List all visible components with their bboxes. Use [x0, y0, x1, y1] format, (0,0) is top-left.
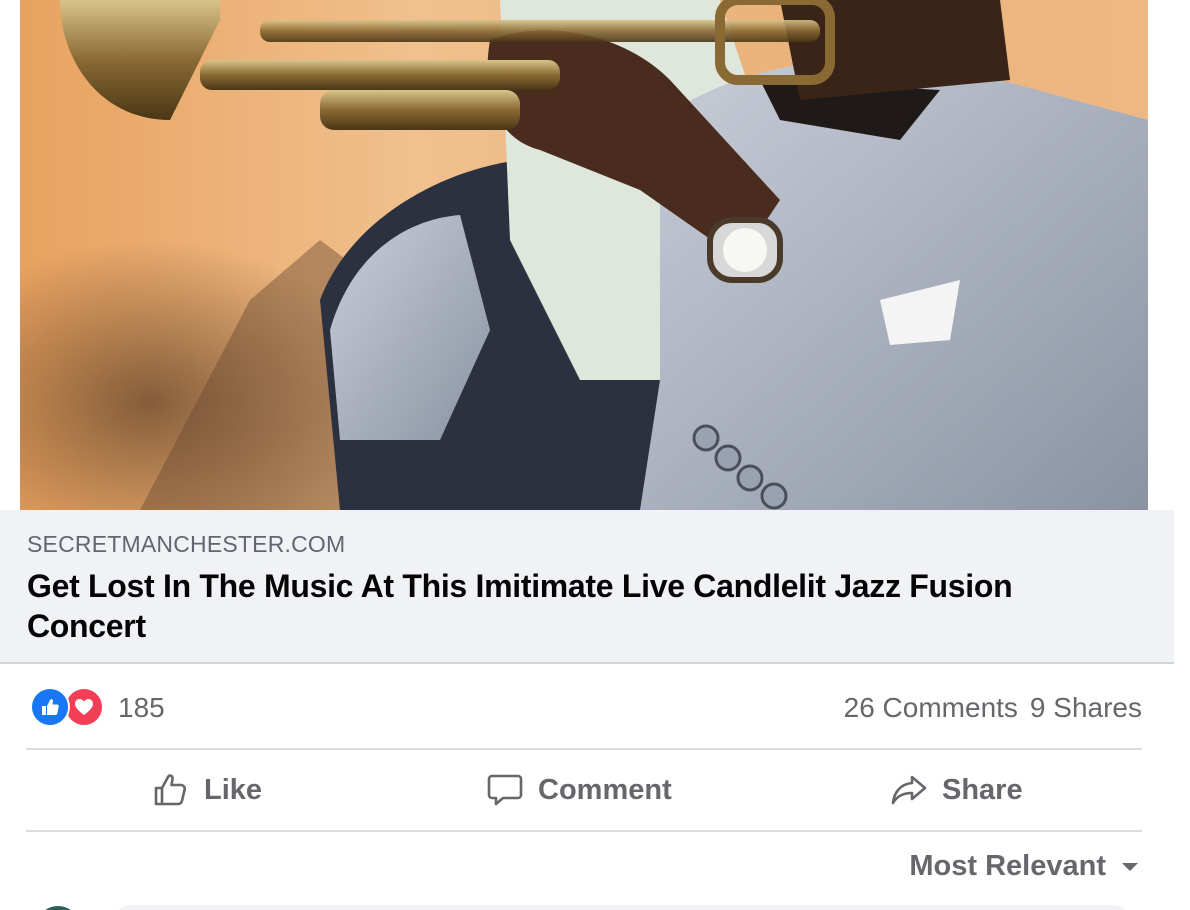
post-photo[interactable] [20, 0, 1148, 510]
love-icon [64, 687, 104, 727]
caret-down-icon [1122, 862, 1138, 871]
comment-bubble-icon [487, 774, 523, 806]
facebook-post: SECRETMANCHESTER.COM Get Lost In The Mus… [0, 0, 1190, 910]
comment-button[interactable]: Comment [486, 750, 672, 830]
thumbs-up-icon [154, 774, 187, 806]
comments-sort-dropdown[interactable]: Most Relevant [909, 850, 1140, 883]
share-button[interactable]: Share [890, 750, 1023, 830]
engagement-counts: 26 Comments 9 Shares [832, 692, 1142, 724]
comment-bubble [112, 905, 1132, 910]
comment-label: Comment [538, 773, 672, 806]
trumpet-player-illustration [20, 0, 1148, 510]
link-title[interactable]: Get Lost In The Music At This Imitimate … [27, 566, 1107, 646]
comments-sort-label: Most Relevant [909, 850, 1106, 882]
link-preview[interactable]: SECRETMANCHESTER.COM Get Lost In The Mus… [0, 510, 1174, 664]
like-button[interactable]: Like [152, 750, 262, 830]
share-label: Share [942, 773, 1023, 806]
link-domain: SECRETMANCHESTER.COM [27, 531, 346, 557]
reaction-count[interactable]: 185 [118, 692, 165, 724]
like-icon [30, 687, 70, 727]
shares-count[interactable]: 9 Shares [1030, 692, 1142, 723]
reactions-summary: 185 26 Comments 9 Shares [26, 664, 1142, 748]
post-action-bar: Like Comment Share [26, 750, 1142, 830]
divider-bottom [26, 830, 1142, 832]
comments-count[interactable]: 26 Comments [844, 692, 1018, 723]
share-arrow-icon [891, 775, 927, 805]
commenter-avatar[interactable] [36, 906, 80, 910]
like-label: Like [204, 773, 263, 806]
reaction-icons[interactable] [30, 687, 110, 727]
